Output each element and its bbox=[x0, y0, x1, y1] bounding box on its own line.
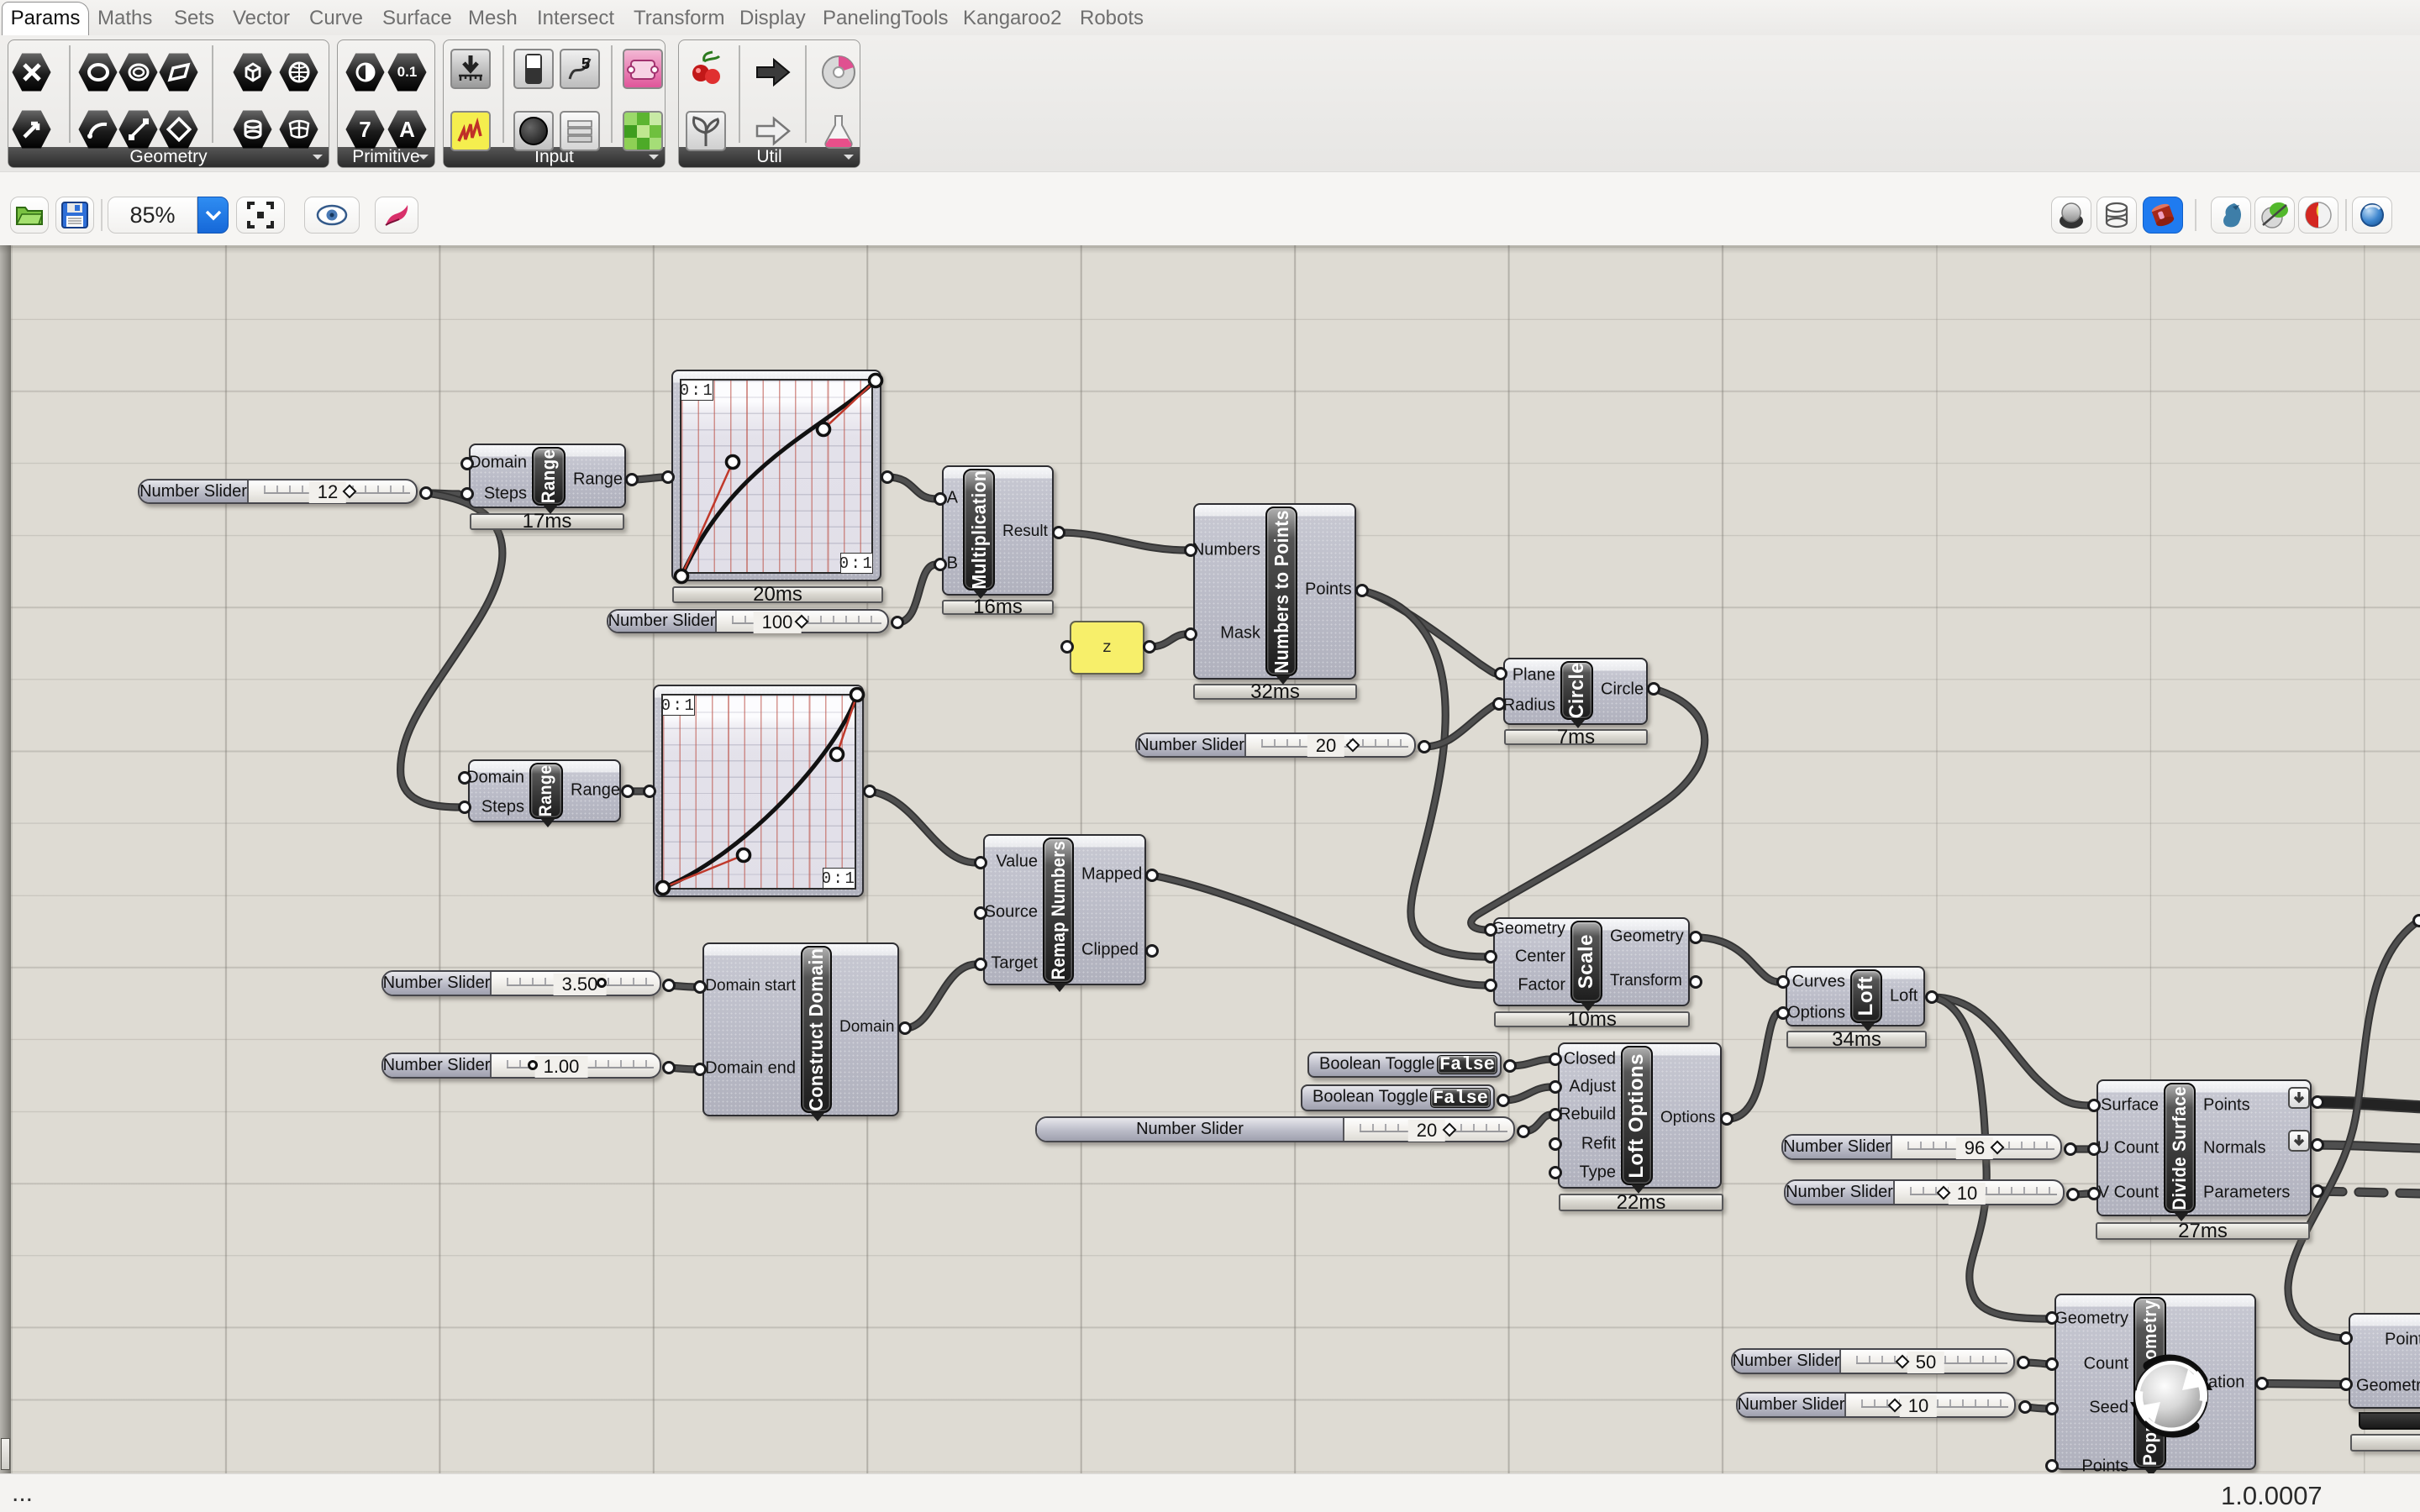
svg-text:5: 5 bbox=[581, 55, 590, 72]
